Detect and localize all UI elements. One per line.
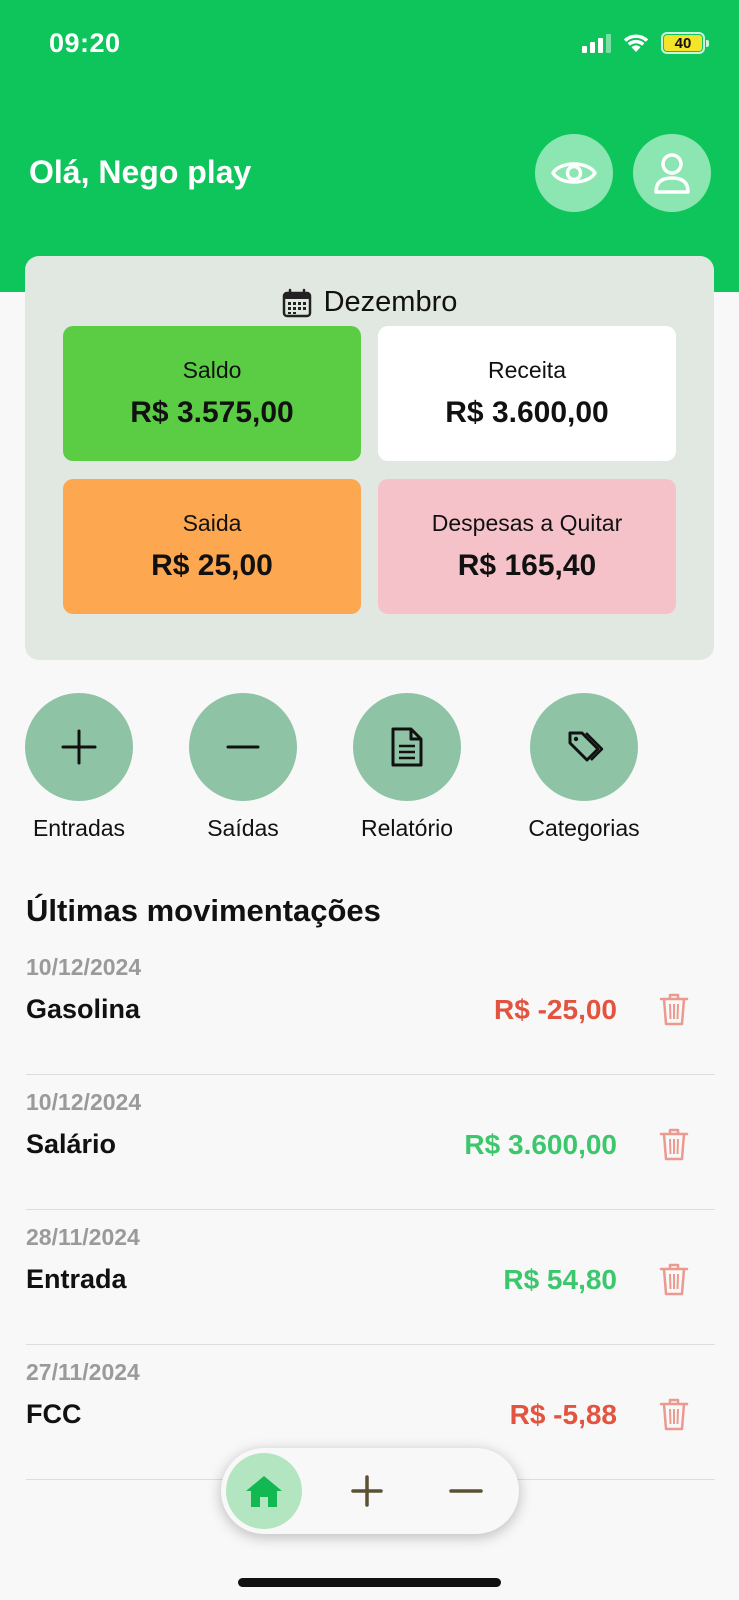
- transaction-row[interactable]: 28/11/2024 Entrada R$ 54,80: [26, 1210, 715, 1345]
- transaction-name: FCC: [26, 1399, 82, 1429]
- relatorio-label: Relatório: [360, 815, 454, 841]
- minus-icon: [449, 1489, 483, 1493]
- plus-icon: [61, 729, 97, 765]
- saidas-label: Saídas: [207, 815, 279, 841]
- plus-icon: [351, 1475, 383, 1507]
- saidas-button[interactable]: [189, 693, 297, 801]
- nav-subtract-button[interactable]: [428, 1453, 504, 1529]
- eye-icon: [551, 162, 597, 184]
- income-card[interactable]: Receita R$ 3.600,00: [378, 326, 676, 461]
- action-entradas[interactable]: Entradas: [25, 693, 133, 842]
- balance-card[interactable]: Saldo R$ 3.575,00: [63, 326, 361, 461]
- categorias-button[interactable]: [530, 693, 638, 801]
- header: 09:20 40 Olá, Nego play: [0, 0, 739, 292]
- greeting-text: Olá, Nego play: [29, 154, 252, 190]
- entradas-button[interactable]: [25, 693, 133, 801]
- transaction-amount: R$ -5,88: [509, 1399, 617, 1430]
- action-relatorio[interactable]: Relatório: [353, 693, 461, 842]
- home-indicator: [238, 1578, 501, 1587]
- user-icon: [654, 153, 690, 194]
- expense-card[interactable]: Saida R$ 25,00: [63, 479, 361, 614]
- transaction-row[interactable]: 10/12/2024 Salário R$ 3.600,00: [26, 1075, 715, 1210]
- transaction-name: Entrada: [26, 1264, 127, 1294]
- income-label: Receita: [488, 357, 566, 383]
- entradas-label: Entradas: [32, 815, 126, 841]
- monthly-summary-panel: Dezembro Saldo R$ 3.575,00 Receita R$ 3.…: [25, 256, 714, 660]
- transaction-amount: R$ -25,00: [494, 994, 617, 1025]
- expense-value: R$ 25,00: [151, 549, 273, 582]
- expense-label: Saida: [182, 510, 242, 536]
- trash-icon[interactable]: [659, 992, 689, 1026]
- categorias-label: Categorias: [528, 815, 640, 841]
- month-selector[interactable]: Dezembro: [25, 286, 714, 319]
- calendar-icon: [282, 288, 311, 317]
- tag-icon: [568, 731, 604, 762]
- relatorio-button[interactable]: [353, 693, 461, 801]
- document-icon: [391, 727, 423, 767]
- transaction-date: 28/11/2024: [26, 1224, 140, 1250]
- status-time: 09:20: [49, 28, 121, 58]
- transaction-amount: R$ 3.600,00: [464, 1129, 617, 1160]
- pending-expenses-value: R$ 165,40: [457, 549, 597, 582]
- trash-icon[interactable]: [659, 1127, 689, 1161]
- action-saidas[interactable]: Saídas: [189, 693, 297, 842]
- trash-icon[interactable]: [659, 1397, 689, 1431]
- income-value: R$ 3.600,00: [445, 396, 609, 429]
- action-categorias[interactable]: Categorias: [528, 693, 640, 842]
- profile-button[interactable]: [633, 134, 711, 212]
- balance-label: Saldo: [182, 357, 242, 383]
- bottom-navigation: [221, 1448, 519, 1534]
- minus-icon: [226, 745, 260, 749]
- transaction-name: Salário: [26, 1129, 117, 1159]
- transaction-amount: R$ 54,80: [503, 1264, 617, 1295]
- recent-movements-title: Últimas movimentações: [26, 893, 381, 928]
- nav-add-button[interactable]: [329, 1453, 405, 1529]
- battery-icon: 40: [661, 32, 709, 54]
- transaction-row[interactable]: 10/12/2024 Gasolina R$ -25,00: [26, 940, 715, 1075]
- transaction-date: 10/12/2024: [26, 954, 142, 980]
- transaction-date: 27/11/2024: [26, 1359, 140, 1385]
- transaction-date: 10/12/2024: [26, 1089, 142, 1115]
- transaction-name: Gasolina: [26, 994, 141, 1024]
- home-icon: [246, 1476, 282, 1507]
- status-icons: 40: [582, 32, 709, 54]
- nav-home-button[interactable]: [226, 1453, 302, 1529]
- cellular-signal-icon: [582, 33, 611, 53]
- trash-icon[interactable]: [659, 1262, 689, 1296]
- toggle-visibility-button[interactable]: [535, 134, 613, 212]
- balance-value: R$ 3.575,00: [130, 396, 294, 429]
- pending-expenses-label: Despesas a Quitar: [431, 510, 623, 536]
- pending-expenses-card[interactable]: Despesas a Quitar R$ 165,40: [378, 479, 676, 614]
- month-label: Dezembro: [323, 286, 458, 318]
- wifi-icon: [623, 34, 649, 52]
